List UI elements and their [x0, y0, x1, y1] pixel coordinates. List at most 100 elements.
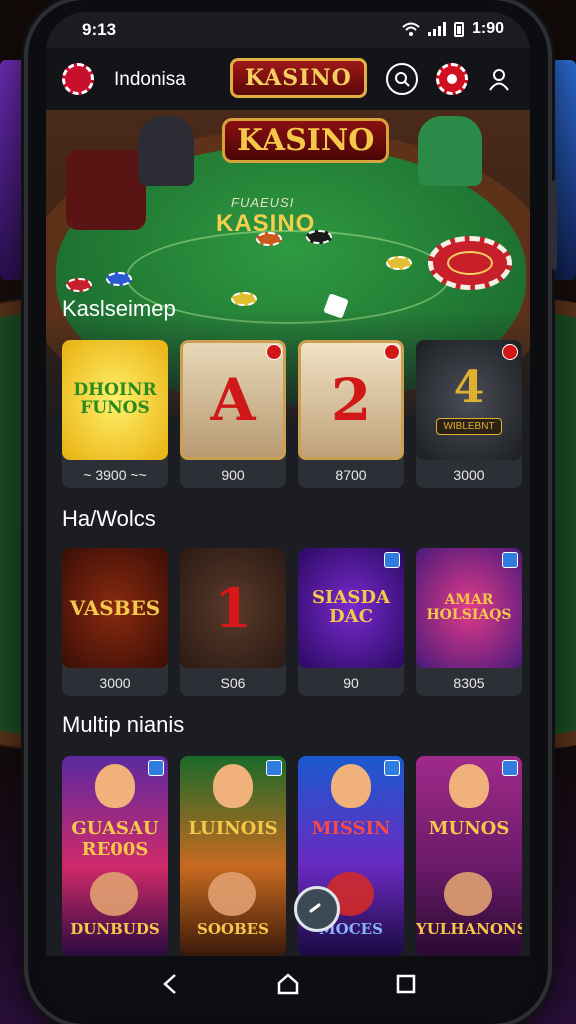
section-title-1: Kaslseimep [62, 296, 176, 321]
home-icon [277, 973, 299, 995]
hero-subtitle: FUAEUSI [231, 195, 295, 210]
game-card[interactable]: SIASDA DAC 90 [298, 548, 404, 696]
game-card[interactable]: VASBES 3000 [62, 548, 168, 696]
poker-chip-icon [447, 74, 457, 84]
section-title-3: Multip nianis [62, 712, 185, 737]
status-icons: 1:90 [402, 20, 504, 38]
back-icon [163, 974, 176, 994]
game-card[interactable]: DHOINR FUNOS ~ 3900 ~~ [62, 340, 168, 488]
game-card[interactable]: GUASAU RE00S DUNBUDS [62, 756, 168, 956]
user-icon [489, 69, 509, 91]
game-value: 900 [221, 467, 245, 483]
background-slot-machine-left [0, 60, 30, 280]
wifi-icon [402, 22, 420, 36]
notification-badge [266, 344, 282, 360]
chip-icon [106, 272, 132, 286]
game-title: DHOINR FUNOS [73, 380, 157, 418]
character-art [444, 872, 492, 916]
game-title: A [210, 365, 256, 434]
chip-icon [256, 232, 282, 246]
game-title: AMAR HOLSIAQS [426, 592, 512, 623]
game-card[interactable]: 2 8700 [298, 340, 404, 488]
character-art [90, 872, 138, 916]
large-chip-icon [428, 236, 512, 290]
game-value: 3000 [99, 675, 131, 691]
character-art [213, 764, 253, 808]
game-card[interactable]: MUNOS YULHANONS [416, 756, 522, 956]
game-thumbnail: VASBES [62, 548, 168, 668]
home-button[interactable] [274, 970, 302, 998]
character-art [208, 872, 256, 916]
poker-chip-button[interactable] [436, 63, 468, 95]
game-title: 2 [330, 365, 372, 434]
game-thumbnail: DHOINR FUNOS [62, 340, 168, 460]
game-title: LUINOIS [188, 818, 278, 839]
info-badge [502, 552, 518, 568]
character-art [449, 764, 489, 808]
section-title-2: Ha/Wolcs [62, 506, 156, 531]
status-bar: 9:13 1:90 [46, 12, 530, 46]
chip-icon [66, 278, 92, 292]
info-badge [148, 760, 164, 776]
game-value: 8700 [335, 467, 367, 483]
info-badge [384, 552, 400, 568]
game-title: GUASAU RE00S [71, 818, 159, 860]
phone-screen: 9:13 1:90 Indonisa KASINO KASINO FUAEUSI… [46, 12, 530, 1012]
game-value: 90 [343, 675, 359, 691]
game-subtitle: SOOBES [197, 920, 269, 938]
character-art [95, 764, 135, 808]
game-value: S06 [220, 675, 246, 691]
game-card[interactable]: A 900 [180, 340, 286, 488]
game-card[interactable]: 1 S06 [180, 548, 286, 696]
game-title: 4 [453, 362, 485, 414]
status-clock: 1:90 [471, 20, 504, 37]
character-art [331, 764, 371, 808]
player-figure [418, 116, 482, 186]
game-title: 1 [214, 575, 252, 640]
chip-icon [231, 292, 257, 306]
chip-icon [386, 256, 412, 270]
check-icon [309, 903, 321, 913]
game-card[interactable]: AMAR HOLSIAQS 8305 [416, 548, 522, 696]
game-title: SIASDA DAC [312, 587, 390, 627]
game-title: VASBES [69, 595, 161, 620]
background-slot-machine-right [546, 60, 576, 280]
notification-badge [502, 344, 518, 360]
floating-action-button[interactable] [294, 886, 340, 932]
recents-icon [396, 974, 416, 994]
hero-logo: KASINO [222, 118, 390, 163]
region-label[interactable]: Indonisa [114, 69, 186, 91]
recents-button[interactable] [392, 970, 420, 998]
game-subtitle: DUNBUDS [70, 920, 160, 938]
battery-icon [453, 21, 464, 37]
app-logo[interactable]: KASINO [230, 58, 367, 98]
game-thumbnail: 1 [180, 548, 286, 668]
game-card[interactable]: 4 WIBLEBNT 3000 [416, 340, 522, 488]
game-value: 3000 [453, 467, 485, 483]
app-header: Indonisa KASINO [46, 48, 530, 110]
system-nav-bar [46, 956, 530, 1012]
signal-icon [427, 22, 446, 36]
game-title: MISSIN [311, 818, 391, 839]
back-button[interactable] [156, 970, 184, 998]
dealer-figure [138, 116, 194, 186]
phone-side-button [552, 180, 557, 270]
info-badge [384, 760, 400, 776]
search-button[interactable] [386, 63, 418, 95]
game-value: 8305 [453, 675, 485, 691]
chair [66, 150, 146, 230]
notification-badge [384, 344, 400, 360]
status-time: 9:13 [82, 20, 117, 39]
game-title: MUNOS [428, 818, 510, 839]
info-badge [266, 760, 282, 776]
game-subtitle: YULHANONS [416, 920, 522, 938]
game-value: ~ 3900 ~~ [83, 467, 147, 483]
game-subtitle: WIBLEBNT [436, 417, 502, 435]
chip-icon[interactable] [62, 63, 94, 95]
chip-icon [306, 230, 332, 244]
search-icon [395, 72, 410, 87]
game-card[interactable]: LUINOIS SOOBES [180, 756, 286, 956]
phone-frame: 9:13 1:90 Indonisa KASINO KASINO FUAEUSI… [28, 0, 557, 1024]
info-badge [502, 760, 518, 776]
user-button[interactable] [483, 63, 515, 95]
